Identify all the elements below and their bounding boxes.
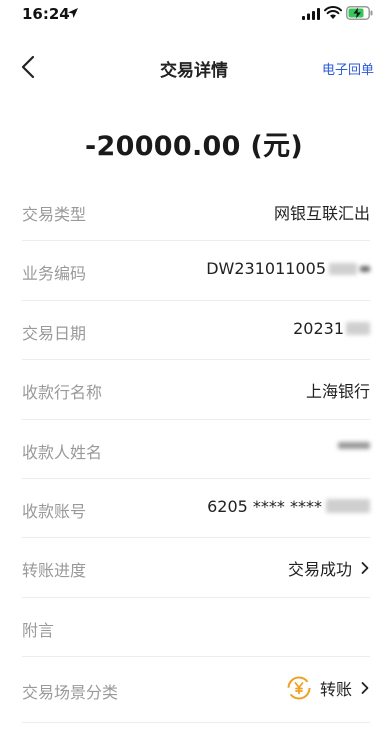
location-arrow-icon	[68, 8, 78, 18]
row-value[interactable]: 交易成功	[288, 556, 370, 580]
yuan-exchange-icon	[287, 676, 311, 700]
row-remark: 附言	[22, 598, 370, 658]
row-label: 交易场景分类	[22, 683, 119, 703]
electronic-receipt-link[interactable]: 电子回单	[322, 59, 374, 78]
chevron-right-icon	[361, 682, 369, 695]
status-bar: 16:24	[0, 0, 388, 30]
status-time: 16:24	[22, 5, 70, 23]
row-value[interactable]: 转账	[287, 676, 370, 700]
row-value	[338, 438, 370, 449]
redacted-mask	[338, 441, 370, 449]
row-payee-account: 收款账号 6205 **** ****	[22, 479, 370, 539]
row-transaction-scene[interactable]: 交易场景分类 转账	[22, 657, 370, 724]
row-payee-bank: 收款行名称 上海银行	[22, 360, 370, 420]
row-label: 交易类型	[22, 205, 87, 224]
row-business-code: 业务编码 DW231011005	[22, 241, 370, 301]
row-value: DW231011005	[206, 259, 370, 278]
row-value: 20231	[293, 319, 370, 338]
nav-bar: 交易详情 电子回单	[0, 44, 388, 90]
wifi-icon	[324, 6, 342, 19]
transaction-amount: -20000.00 (元)	[85, 131, 303, 162]
row-payee-name: 收款人姓名	[22, 420, 370, 479]
row-value: 上海银行	[305, 382, 370, 402]
detail-list: 交易类型 网银互联汇出 业务编码 DW231011005 交易日期 20231 …	[0, 182, 388, 724]
signal-icon	[302, 8, 320, 20]
redacted-mask	[329, 262, 357, 275]
row-value: 网银互联汇出	[273, 204, 370, 223]
redacted-mask	[326, 499, 370, 514]
row-transfer-progress[interactable]: 转账进度 交易成功	[22, 538, 370, 598]
redacted-mask	[346, 321, 370, 335]
row-label: 收款账号	[22, 501, 87, 521]
row-label: 转账进度	[22, 561, 87, 581]
chevron-right-icon	[361, 562, 369, 575]
row-label: 收款行名称	[22, 383, 103, 403]
row-label: 收款人姓名	[22, 442, 103, 462]
row-label: 交易日期	[22, 323, 87, 343]
row-label: 业务编码	[22, 264, 87, 284]
row-value: 6205 **** ****	[207, 497, 370, 516]
battery-charging-icon	[346, 6, 373, 20]
row-label: 附言	[22, 620, 55, 640]
redacted-mask	[360, 265, 370, 272]
row-transaction-date: 交易日期 20231	[22, 301, 370, 361]
row-transaction-type: 交易类型 网银互联汇出	[22, 182, 370, 242]
